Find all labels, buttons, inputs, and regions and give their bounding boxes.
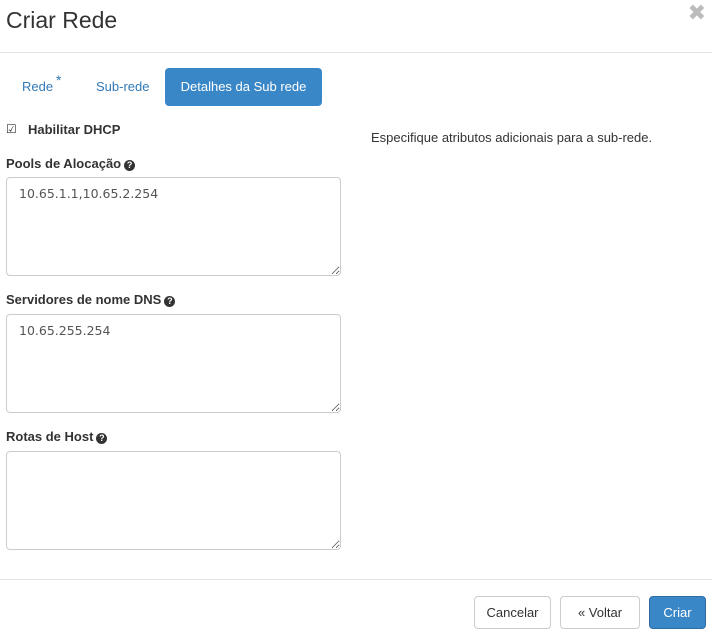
dns-label-text: Servidores de nome DNS	[6, 292, 162, 307]
dns-label: Servidores de nome DNS?	[6, 292, 176, 307]
cancel-button[interactable]: Cancelar	[474, 596, 551, 629]
allocation-pools-textarea[interactable]: 10.65.1.1,10.65.2.254	[6, 177, 341, 276]
create-button[interactable]: Criar	[649, 596, 706, 629]
question-circle-icon[interactable]: ?	[124, 160, 136, 171]
dhcp-checkbox[interactable]: ☑	[6, 123, 17, 135]
tab-rede[interactable]: Rede *	[6, 68, 80, 106]
required-marker: *	[56, 72, 62, 88]
modal-title: Criar Rede	[6, 7, 118, 33]
dhcp-label[interactable]: Habilitar DHCP	[28, 122, 120, 137]
close-icon[interactable]: ✖	[688, 2, 706, 24]
question-circle-icon[interactable]: ?	[164, 296, 176, 307]
routes-label: Rotas de Host?	[6, 429, 108, 444]
modal-footer: Cancelar « Voltar Criar	[0, 579, 712, 635]
routes-label-text: Rotas de Host	[6, 429, 94, 444]
tab-detalhes-label: Detalhes da Sub rede	[180, 79, 307, 94]
tab-sub-rede-label: Sub-rede	[96, 79, 150, 94]
dns-servers-textarea[interactable]: 10.65.255.254	[6, 314, 341, 413]
back-button[interactable]: « Voltar	[560, 596, 640, 629]
help-text: Especifique atributos adicionais para a …	[371, 130, 653, 145]
pools-label-text: Pools de Alocação	[6, 156, 122, 171]
question-circle-icon[interactable]: ?	[96, 433, 108, 444]
tab-rede-label: Rede	[22, 79, 54, 94]
tab-detalhes-sub-rede[interactable]: Detalhes da Sub rede	[165, 68, 322, 106]
pools-label: Pools de Alocação?	[6, 156, 136, 171]
tab-sub-rede[interactable]: Sub-rede	[81, 68, 165, 106]
modal-header: Criar Rede ✖	[0, 0, 712, 53]
host-routes-textarea[interactable]	[6, 451, 341, 550]
